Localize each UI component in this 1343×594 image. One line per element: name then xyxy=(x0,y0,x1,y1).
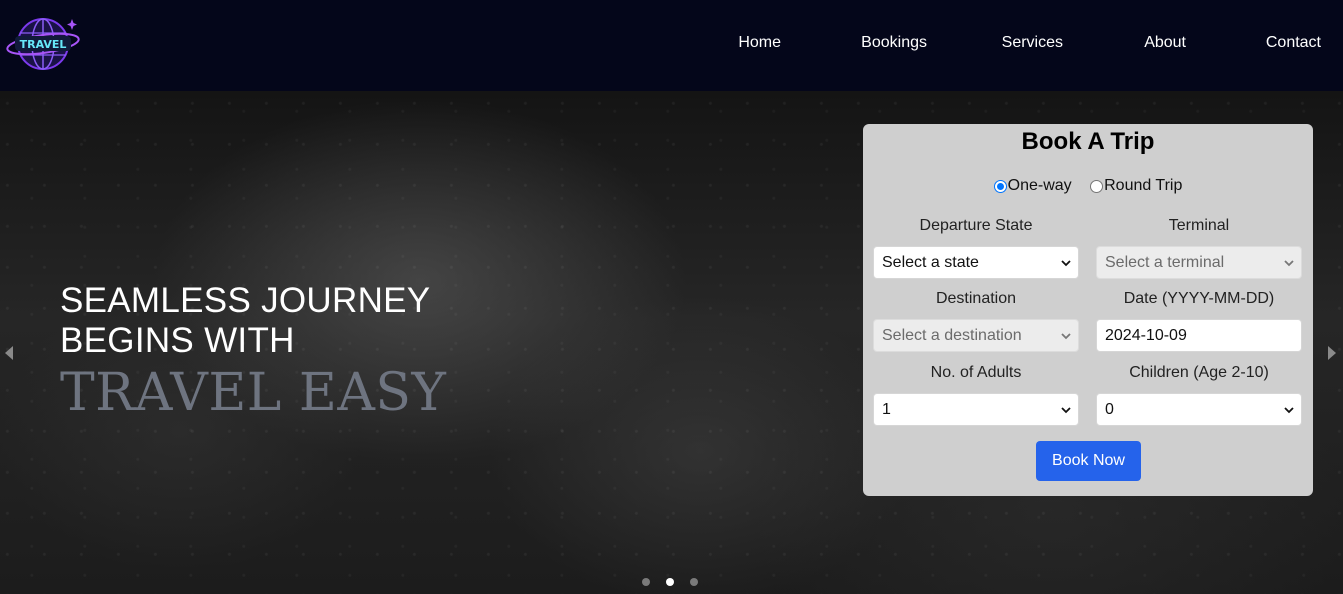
chevron-down-icon xyxy=(1061,260,1071,267)
destination-select[interactable]: Select a destination xyxy=(873,319,1079,352)
hero-carousel: SEAMLESS JOURNEY BEGINS WITH TRAVEL EASY… xyxy=(0,91,1343,594)
chevron-down-icon xyxy=(1284,407,1294,414)
carousel-next-arrow-icon[interactable] xyxy=(1325,343,1339,363)
departure-state-select[interactable]: Select a state xyxy=(873,246,1079,279)
one-way-label: One-way xyxy=(1007,177,1072,194)
departure-state-value: Select a state xyxy=(882,254,979,271)
adults-select[interactable]: 1 xyxy=(873,393,1079,426)
navbar: TRAVEL Home Bookings Services About Cont… xyxy=(0,0,1343,91)
round-trip-label: Round Trip xyxy=(1104,177,1183,194)
carousel-dot-3[interactable] xyxy=(690,578,698,586)
hero-headline: SEAMLESS JOURNEY BEGINS WITH TRAVEL EASY xyxy=(60,281,446,423)
one-way-radio-circle[interactable] xyxy=(993,179,1007,193)
carousel-dot-2[interactable] xyxy=(666,578,674,586)
destination-label: Destination xyxy=(935,290,1017,307)
adults-value: 1 xyxy=(882,401,891,418)
headline-line-1: SEAMLESS JOURNEY xyxy=(60,281,431,320)
nav-bookings[interactable]: Bookings xyxy=(861,34,927,52)
adults-label: No. of Adults xyxy=(930,364,1022,381)
globe-logo-icon: TRAVEL xyxy=(6,18,80,70)
carousel-dot-1[interactable] xyxy=(642,578,650,586)
date-value: 2024-10-09 xyxy=(1105,327,1187,344)
logo-text: TRAVEL xyxy=(20,38,67,51)
round-trip-radio-circle[interactable] xyxy=(1090,179,1104,193)
departure-state-label: Departure State xyxy=(919,217,1033,234)
headline-line-2: BEGINS WITH xyxy=(60,321,295,360)
round-trip-radio[interactable]: Round Trip xyxy=(1090,177,1182,195)
terminal-select[interactable]: Select a terminal xyxy=(1096,246,1302,279)
logo[interactable]: TRAVEL xyxy=(6,15,84,75)
destination-value: Select a destination xyxy=(882,327,1022,344)
nav-home[interactable]: Home xyxy=(738,34,781,52)
booking-form: Book A Trip One-way Round Trip Departure… xyxy=(863,124,1313,496)
chevron-down-icon xyxy=(1284,260,1294,267)
one-way-radio[interactable]: One-way xyxy=(993,177,1072,195)
terminal-label: Terminal xyxy=(1168,217,1230,234)
carousel-prev-arrow-icon[interactable] xyxy=(2,343,16,363)
chevron-down-icon xyxy=(1061,407,1071,414)
book-now-button[interactable]: Book Now xyxy=(1036,441,1141,481)
headline-brand: TRAVEL EASY xyxy=(60,363,447,423)
children-label: Children (Age 2-10) xyxy=(1129,364,1269,381)
chevron-down-icon xyxy=(1061,333,1071,340)
trip-type-group: One-way Round Trip xyxy=(863,177,1313,198)
date-label: Date (YYYY-MM-DD) xyxy=(1123,290,1275,307)
children-select[interactable]: 0 xyxy=(1096,393,1302,426)
children-value: 0 xyxy=(1105,401,1114,418)
date-input[interactable]: 2024-10-09 xyxy=(1096,319,1302,352)
terminal-value: Select a terminal xyxy=(1105,254,1225,271)
nav-services[interactable]: Services xyxy=(1002,34,1063,52)
booking-title: Book A Trip xyxy=(1021,128,1155,155)
nav-contact[interactable]: Contact xyxy=(1266,34,1321,52)
nav-about[interactable]: About xyxy=(1144,34,1186,52)
